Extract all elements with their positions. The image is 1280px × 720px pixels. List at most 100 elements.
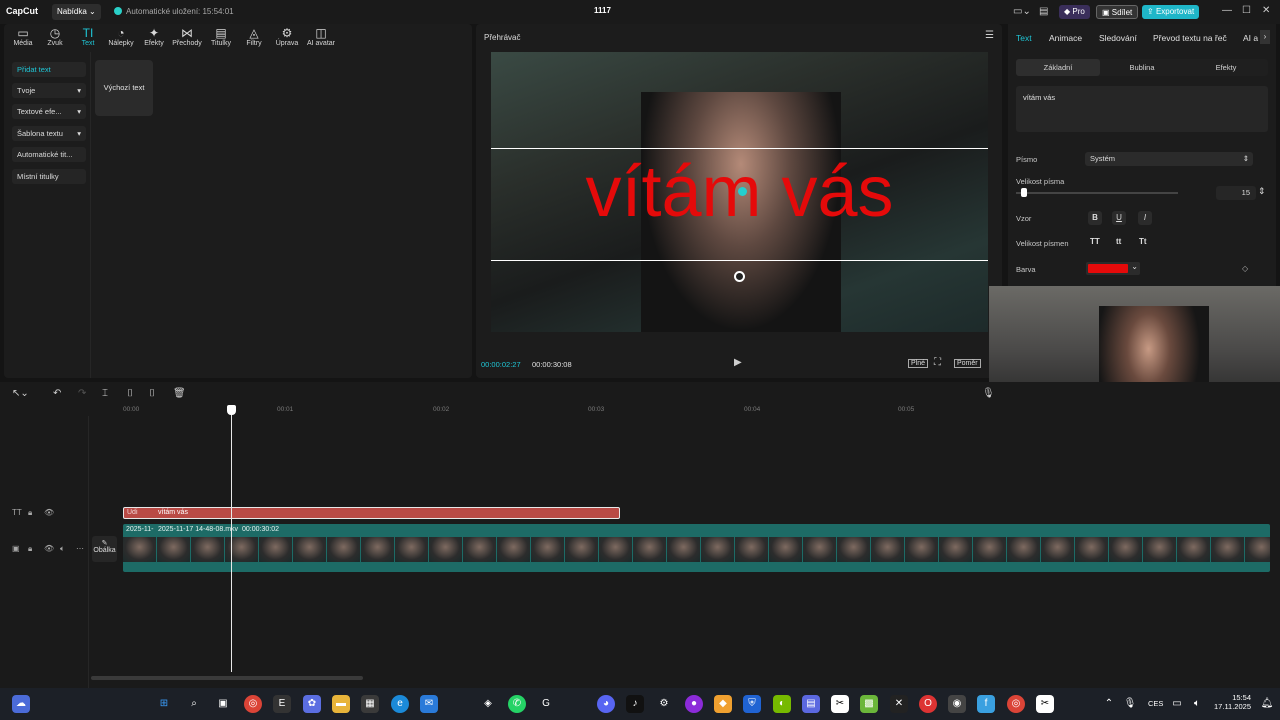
tool-stickers[interactable]: ◔ Nálepky <box>104 26 138 47</box>
epic-icon[interactable]: E <box>273 695 291 713</box>
mic-tray-icon[interactable]: 🎙︎ <box>1121 695 1139 713</box>
app-icon[interactable]: ● <box>685 695 703 713</box>
close-icon[interactable]: ✕ <box>1262 5 1270 16</box>
chrome2-icon[interactable]: ◎ <box>1007 695 1025 713</box>
tab-text[interactable]: Text <box>1016 33 1032 43</box>
pointer-icon[interactable]: ↖⌄ <box>12 388 29 399</box>
capcut-icon[interactable]: ✂ <box>831 695 849 713</box>
default-text-card[interactable]: Výchozí text <box>95 60 153 116</box>
rotate-handle[interactable] <box>734 271 745 282</box>
redo-icon[interactable]: ↷ <box>78 388 86 399</box>
sidebar-item-add-text[interactable]: Přidat text <box>12 62 86 77</box>
sidebar-item-local-captions[interactable]: Místní titulky <box>12 169 86 184</box>
obs-icon[interactable]: ◆ <box>714 695 732 713</box>
text-input[interactable]: vítám vás <box>1016 86 1268 132</box>
tab-ai[interactable]: AI a <box>1243 33 1258 43</box>
video-clip[interactable]: 2025-11- 2025-11-17 14-48-08.mkv 00:00:3… <box>123 524 1270 572</box>
facebook-icon[interactable]: f <box>977 695 995 713</box>
mic-icon[interactable]: 🎙 <box>982 388 995 399</box>
titlecase-button[interactable]: Tt <box>1139 237 1147 246</box>
stepper-icon[interactable]: ⇕ <box>1258 186 1266 197</box>
font-size-input[interactable]: 15 <box>1216 186 1256 200</box>
language-indicator[interactable]: CES <box>1148 699 1163 708</box>
teams-icon[interactable]: ▤ <box>802 695 820 713</box>
lock-icon[interactable]: 🔒︎ <box>28 544 32 554</box>
subtab-effects[interactable]: Efekty <box>1184 59 1268 76</box>
share-button[interactable]: ▣ Sdílet <box>1096 5 1139 19</box>
text-clip[interactable]: Udi vítám vás <box>123 507 620 519</box>
tiktok-icon[interactable]: ♪ <box>626 695 644 713</box>
sidebar-item-text-template[interactable]: Šablona textu ▾ <box>12 126 86 141</box>
discord-icon[interactable]: ◕ <box>597 695 615 713</box>
sidebar-item-text-effects[interactable]: Textové efe... ▾ <box>12 104 86 119</box>
nvidia-icon[interactable]: ◐ <box>773 695 791 713</box>
mail-icon[interactable]: ✉ <box>420 695 438 713</box>
tool-effects[interactable]: ✦ Efekty <box>137 26 171 47</box>
capcut-active-icon[interactable]: ✂ <box>1036 695 1054 713</box>
split-icon[interactable]: ⌶ <box>102 388 108 399</box>
pro-button[interactable]: ◆ Pro <box>1059 5 1090 19</box>
tool-captions[interactable]: ▤ Titulky <box>204 26 238 47</box>
video-preview[interactable]: vítám vás <box>491 52 988 332</box>
anchor-handle[interactable] <box>738 187 747 196</box>
volume-icon[interactable]: 🔈︎ <box>1188 695 1206 713</box>
eye-icon[interactable]: 👁︎ <box>44 508 54 517</box>
minimize-icon[interactable]: — <box>1222 5 1232 16</box>
capcut-tray-icon[interactable]: ◈ <box>479 695 497 713</box>
clock[interactable]: 15:54 17.11.2025 <box>1213 693 1251 711</box>
notification-icon[interactable]: ☁ <box>12 695 30 713</box>
layout-icon[interactable]: ▭⌄ <box>1013 6 1031 17</box>
shortcut-icon[interactable]: ▤ <box>1039 6 1048 17</box>
menu-icon[interactable]: ☰ <box>985 30 994 41</box>
font-size-slider[interactable] <box>1016 192 1178 194</box>
ratio-button[interactable]: Poměr <box>954 359 981 368</box>
bold-button[interactable]: B <box>1088 211 1102 225</box>
tool-media[interactable]: ▭ Média <box>6 26 40 47</box>
cover-button[interactable]: ✎ Obálka <box>92 536 117 562</box>
italic-button[interactable]: I <box>1138 211 1152 225</box>
bell-icon[interactable]: 🔔︎ <box>1258 695 1276 713</box>
underline-button[interactable]: U <box>1112 211 1126 225</box>
delete-icon[interactable]: 🗑 <box>173 388 186 399</box>
undo-icon[interactable]: ↶ <box>53 388 61 399</box>
speaker-icon[interactable]: 🔈︎ <box>60 544 65 554</box>
full-button[interactable]: Plné <box>908 359 929 368</box>
ghub-icon[interactable]: G <box>537 695 555 713</box>
fit-icon[interactable]: ⛶ <box>934 357 941 368</box>
export-button[interactable]: ⇪ Exportovat <box>1142 5 1200 19</box>
chrome-icon[interactable]: ◎ <box>244 695 262 713</box>
edge-icon[interactable]: e <box>391 695 409 713</box>
chevron-up-icon[interactable]: ⌃ <box>1100 695 1118 713</box>
tab-tts[interactable]: Převod textu na řeč <box>1153 33 1227 43</box>
more-icon[interactable]: ⋯ <box>76 544 84 553</box>
tool-audio[interactable]: ◷ Zvuk <box>38 26 72 47</box>
trim-left-icon[interactable]: ⌷ <box>127 388 133 399</box>
trim-right-icon[interactable]: ⌷ <box>149 388 155 399</box>
font-select[interactable]: Systém ⇕ <box>1085 152 1253 166</box>
maximize-icon[interactable]: ☐ <box>1242 5 1251 16</box>
lock-icon[interactable]: 🔒︎ <box>28 508 32 518</box>
store-icon[interactable]: ▦ <box>361 695 379 713</box>
sidebar-item-yours[interactable]: Tvoje ▾ <box>12 83 86 98</box>
tool-transitions[interactable]: ⋈ Přechody <box>170 26 204 47</box>
shield-icon[interactable]: ⛨ <box>743 695 761 713</box>
folder-icon[interactable]: ▬ <box>332 695 350 713</box>
slider-handle[interactable] <box>1021 188 1027 197</box>
opera-icon[interactable]: O <box>919 695 937 713</box>
keyframe-icon[interactable]: ◇ <box>1242 264 1248 273</box>
uppercase-button[interactable]: TT <box>1090 237 1100 246</box>
start-icon[interactable]: ⊞ <box>155 695 173 713</box>
horizontal-scrollbar[interactable] <box>91 676 363 680</box>
menu-button[interactable]: Nabídka ⌄ <box>52 4 101 20</box>
color-picker[interactable]: ⌄ <box>1086 262 1140 275</box>
eye-icon[interactable]: 👁︎ <box>44 544 54 553</box>
task-view-icon[interactable]: ▣ <box>214 695 232 713</box>
whatsapp-icon[interactable]: ✆ <box>508 695 526 713</box>
tab-animation[interactable]: Animace <box>1049 33 1082 43</box>
tool-ai-avatar[interactable]: ◫ AI avatar <box>303 26 339 47</box>
steam-icon[interactable]: ⚙ <box>655 695 673 713</box>
sidebar-item-auto-captions[interactable]: Automatické tit... <box>12 147 86 162</box>
lowercase-button[interactable]: tt <box>1116 237 1121 246</box>
tool-filters[interactable]: ◬ Filtry <box>237 26 271 47</box>
subtab-bubble[interactable]: Bublina <box>1100 59 1184 76</box>
